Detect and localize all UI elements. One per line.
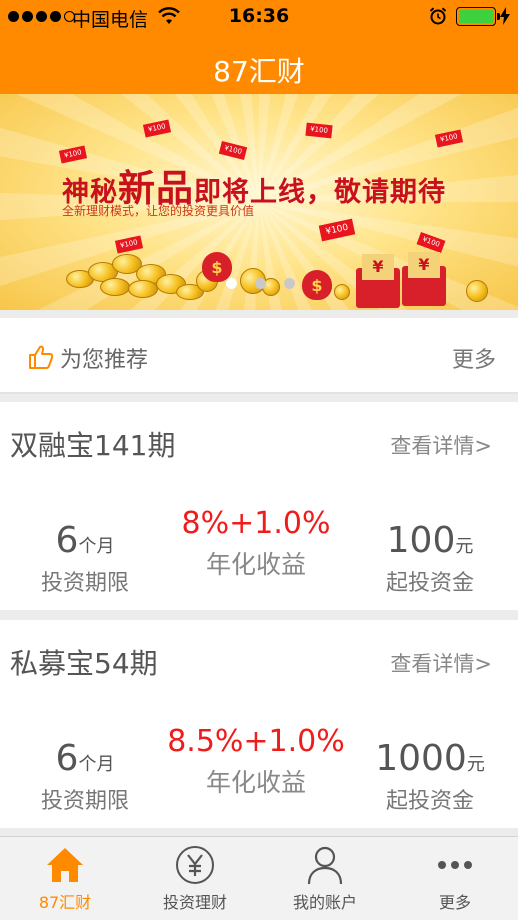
promo-banner[interactable]: ¥100 ¥100 ¥100 ¥100 ¥100 ¥100 ¥100 ¥100 … (0, 94, 518, 310)
battery-icon (456, 7, 500, 26)
annual-yield: 8%+1.0% 年化收益 (166, 506, 346, 581)
bottom-tab-bar: 87汇财 投资理财 我的账户 更多 (0, 836, 518, 920)
product-card[interactable]: 私募宝54期 查看详情> 6个月 投资期限 8.5%+1.0% 年化收益 100… (0, 620, 518, 828)
status-bar: 中国电信 16:36 (0, 0, 518, 34)
red-envelope-decoration: ¥ (402, 252, 446, 306)
page-title: 87汇财 (213, 55, 305, 88)
alarm-clock-icon (429, 7, 447, 25)
term-value: 6 (55, 520, 79, 561)
tab-investment[interactable]: 投资理财 (130, 837, 260, 920)
charging-bolt-icon (500, 7, 510, 25)
money-bill-decoration: ¥100 (305, 122, 333, 139)
carousel-dot[interactable] (226, 278, 237, 289)
tab-label: 更多 (438, 893, 471, 912)
tab-label: 87汇财 (38, 893, 92, 912)
view-details-link[interactable]: 查看详情> (390, 430, 492, 460)
money-bag-decoration: $ (302, 270, 332, 300)
recommend-header: 为您推荐 更多 (0, 318, 518, 394)
tab-label: 投资理财 (162, 893, 227, 912)
recommend-label: 为您推荐 (60, 348, 149, 373)
yen-circle-icon (176, 846, 214, 884)
term-label: 投资期限 (40, 571, 129, 596)
min-investment-label: 起投资金 (385, 571, 474, 596)
yield-rate: 8.5%+1.0% (167, 724, 345, 759)
app-header: 中国电信 16:36 87汇财 (0, 0, 518, 94)
tab-label: 我的账户 (292, 893, 357, 912)
tab-home[interactable]: 87汇财 (0, 837, 130, 920)
tab-account[interactable]: 我的账户 (260, 837, 390, 920)
yield-label: 年化收益 (205, 768, 306, 797)
product-card[interactable]: 双融宝141期 查看详情> 6个月 投资期限 8%+1.0% 年化收益 100元… (0, 402, 518, 610)
investment-term: 6个月 投资期限 (20, 738, 150, 815)
term-value: 6 (55, 738, 79, 779)
investment-term: 6个月 投资期限 (20, 520, 150, 597)
yield-rate: 8%+1.0% (181, 506, 331, 541)
min-investment-unit: 元 (466, 754, 485, 775)
carousel-page-indicator[interactable] (226, 278, 295, 289)
min-investment-label: 起投资金 (385, 789, 474, 814)
tab-more[interactable]: 更多 (390, 837, 518, 920)
min-investment-value: 1000 (375, 738, 467, 779)
term-unit: 个月 (78, 536, 115, 557)
yield-label: 年化收益 (205, 550, 306, 579)
product-title: 双融宝141期 (10, 429, 176, 462)
annual-yield: 8.5%+1.0% 年化收益 (156, 724, 356, 799)
carousel-dot[interactable] (284, 278, 295, 289)
min-investment-value: 100 (386, 520, 456, 561)
more-dots-icon (438, 861, 472, 869)
view-details-link[interactable]: 查看详情> (390, 648, 492, 678)
home-icon (47, 848, 83, 882)
product-title: 私募宝54期 (10, 647, 158, 680)
term-unit: 个月 (78, 754, 115, 775)
thumbs-up-icon (29, 345, 54, 369)
minimum-investment: 1000元 起投资金 (366, 738, 494, 815)
term-label: 投资期限 (40, 789, 129, 814)
person-icon (307, 846, 343, 885)
carousel-dot[interactable] (255, 278, 266, 289)
banner-subline: 全新理财模式，让您的投资更具价值 (62, 204, 255, 218)
minimum-investment: 100元 起投资金 (368, 520, 492, 597)
min-investment-unit: 元 (455, 536, 474, 557)
recommend-more-link[interactable]: 更多 (452, 342, 496, 374)
red-envelope-decoration: ¥ (356, 254, 400, 308)
